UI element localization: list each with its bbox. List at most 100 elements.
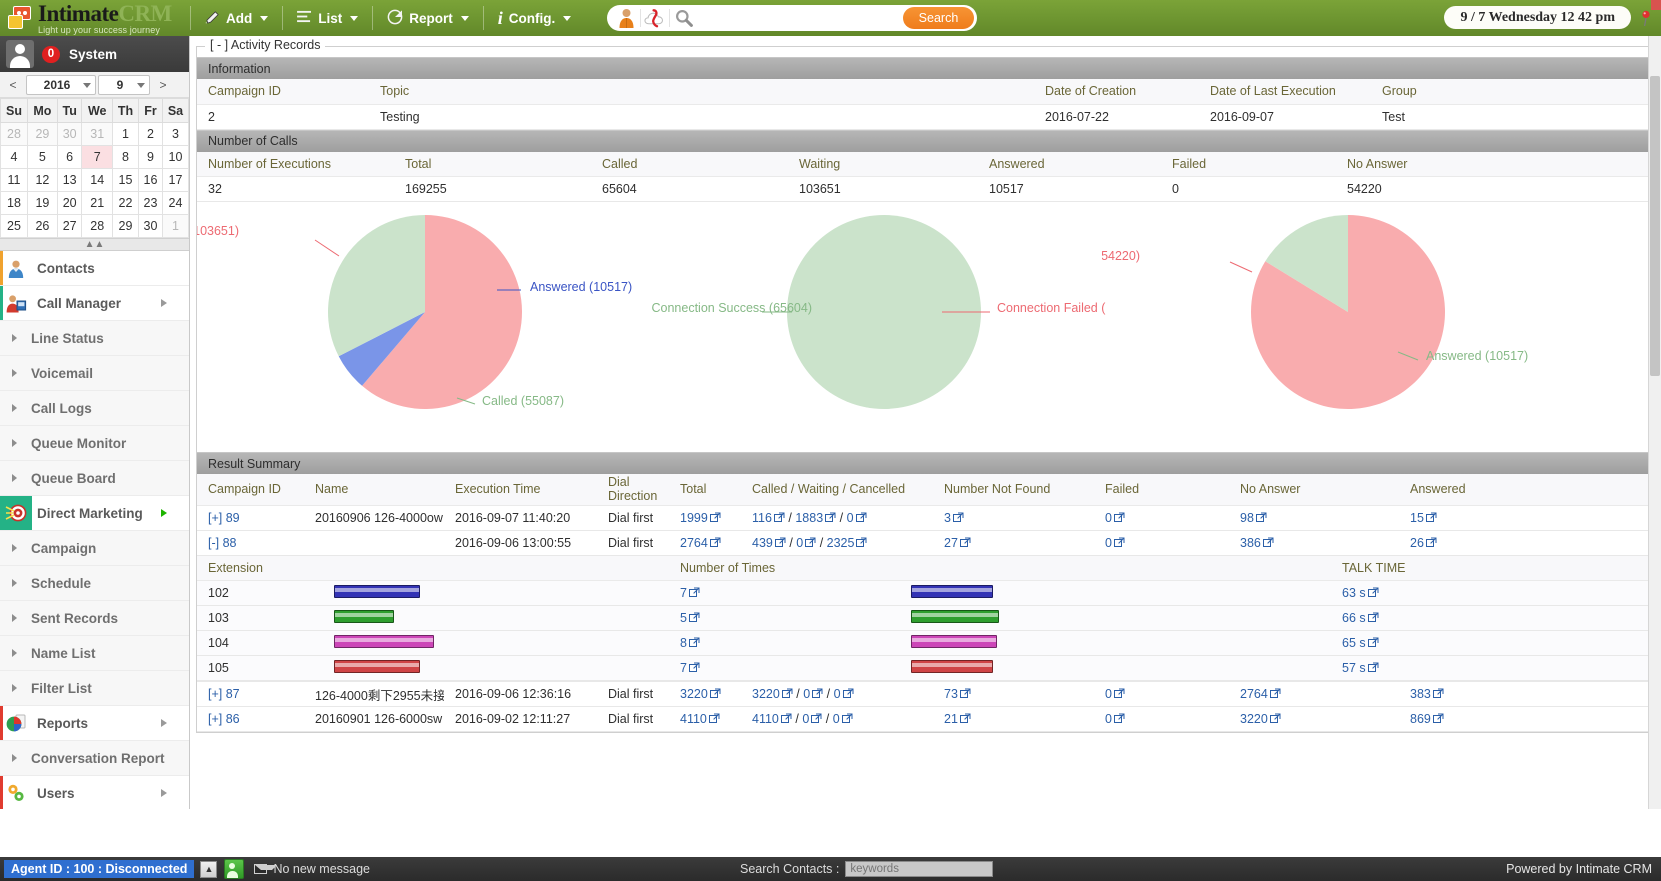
- calendar-day[interactable]: 15: [112, 168, 139, 192]
- external-link-icon[interactable]: [1255, 512, 1267, 523]
- sidebar-item-sent-records[interactable]: Sent Records: [0, 601, 189, 636]
- sidebar-item-reports[interactable]: Reports: [0, 706, 189, 741]
- value-link[interactable]: 21: [944, 712, 958, 726]
- cloud-call-icon[interactable]: [641, 7, 669, 29]
- sidebar-item-name-list[interactable]: Name List: [0, 636, 189, 671]
- value-link[interactable]: 0: [1105, 712, 1112, 726]
- menu-add[interactable]: Add: [191, 0, 282, 36]
- no-answer-cell[interactable]: 3220: [1229, 706, 1399, 733]
- sidebar-item-queue-board[interactable]: Queue Board: [0, 461, 189, 496]
- value-link[interactable]: 8: [680, 636, 687, 650]
- failed-cell[interactable]: 0: [1094, 530, 1229, 556]
- value-link[interactable]: 0: [1105, 511, 1112, 525]
- no-answer-cell[interactable]: 2764: [1229, 681, 1399, 708]
- value-link[interactable]: 0: [1105, 536, 1112, 550]
- value-link[interactable]: 66 s: [1342, 611, 1366, 625]
- calendar-next-button[interactable]: >: [152, 75, 174, 95]
- external-link-icon[interactable]: [1269, 713, 1281, 724]
- external-link-icon[interactable]: [709, 688, 721, 699]
- calendar-day[interactable]: 21: [81, 191, 114, 215]
- external-link-icon[interactable]: [959, 688, 971, 699]
- number-of-times-cell[interactable]: 7: [669, 655, 861, 681]
- calendar-day[interactable]: 4: [0, 145, 28, 169]
- pin-icon[interactable]: [1639, 10, 1653, 27]
- external-link-icon[interactable]: [1113, 688, 1125, 699]
- talk-time-cell[interactable]: 63 s: [1331, 580, 1654, 607]
- external-link-icon[interactable]: [1367, 662, 1379, 673]
- external-link-icon[interactable]: [1367, 587, 1379, 598]
- value-link[interactable]: 63 s: [1342, 586, 1366, 600]
- value-link[interactable]: 7: [680, 661, 687, 675]
- value-link[interactable]: 0: [796, 536, 803, 550]
- value-link[interactable]: 2764: [1240, 687, 1268, 701]
- value-link[interactable]: 1883: [795, 511, 823, 525]
- calendar-day[interactable]: 8: [112, 145, 139, 169]
- table-row[interactable]: [+] 89 20160906 126-4000ow 2016-09-07 11:4…: [197, 505, 1654, 531]
- calendar-day[interactable]: 5: [26, 145, 58, 169]
- calendar-day[interactable]: 30: [56, 122, 83, 146]
- calendar-year-select[interactable]: 2016: [26, 75, 96, 95]
- value-link[interactable]: 3220: [752, 687, 780, 701]
- sidebar-item-voicemail[interactable]: Voicemail: [0, 356, 189, 391]
- value-link[interactable]: 0: [802, 712, 809, 726]
- calendar-day-today[interactable]: 7: [81, 145, 114, 169]
- talk-time-cell[interactable]: 65 s: [1331, 630, 1654, 657]
- value-link[interactable]: 4110: [752, 712, 779, 726]
- failed-cell[interactable]: 0: [1094, 706, 1229, 733]
- search-icon[interactable]: [670, 7, 698, 29]
- no-answer-cell[interactable]: 386: [1229, 530, 1399, 556]
- calendar-day[interactable]: 20: [56, 191, 83, 215]
- calendar-prev-button[interactable]: <: [2, 75, 24, 95]
- value-link[interactable]: 4110: [680, 712, 707, 726]
- answered-cell[interactable]: 15: [1399, 505, 1654, 531]
- sidebar-item-queue-monitor[interactable]: Queue Monitor: [0, 426, 189, 461]
- search-contacts-input[interactable]: [845, 861, 994, 877]
- value-link[interactable]: 7: [680, 586, 687, 600]
- value-link[interactable]: 2764: [680, 536, 708, 550]
- value-link[interactable]: 386: [1240, 536, 1261, 550]
- value-link[interactable]: 26: [1410, 536, 1424, 550]
- menu-report[interactable]: Report: [373, 0, 483, 36]
- external-link-icon[interactable]: [774, 537, 786, 548]
- talk-time-cell[interactable]: 57 s: [1331, 655, 1654, 681]
- calendar-day[interactable]: 30: [137, 214, 163, 238]
- value-link[interactable]: 3: [944, 511, 951, 525]
- external-link-icon[interactable]: [855, 512, 867, 523]
- sidebar-item-call-manager[interactable]: Call Manager: [0, 286, 189, 321]
- calendar-day[interactable]: 2: [137, 122, 163, 146]
- external-link-icon[interactable]: [1425, 537, 1437, 548]
- calendar-day[interactable]: 1: [112, 122, 139, 146]
- avatar[interactable]: [6, 40, 34, 68]
- sidebar-item-conversation-report[interactable]: Conversation Report: [0, 741, 189, 776]
- menu-list[interactable]: List: [283, 0, 372, 36]
- answered-cell[interactable]: 383: [1399, 681, 1654, 708]
- calendar-day[interactable]: 18: [0, 191, 28, 215]
- external-link-icon[interactable]: [773, 512, 785, 523]
- campaign-id-cell[interactable]: [+] 87: [197, 681, 304, 708]
- external-link-icon[interactable]: [709, 537, 721, 548]
- external-link-icon[interactable]: [1432, 713, 1444, 724]
- value-link[interactable]: 0: [847, 511, 854, 525]
- external-link-icon[interactable]: [1432, 688, 1444, 699]
- external-link-icon[interactable]: [688, 587, 700, 598]
- number-not-found-cell[interactable]: 3: [933, 505, 1094, 531]
- external-link-icon[interactable]: [805, 537, 816, 548]
- calendar-day[interactable]: 31: [81, 122, 114, 146]
- external-link-icon[interactable]: [959, 537, 971, 548]
- sidebar-item-filter-list[interactable]: Filter List: [0, 671, 189, 706]
- value-link[interactable]: 2325: [827, 536, 855, 550]
- calendar-day[interactable]: 24: [161, 191, 189, 215]
- value-link[interactable]: 27: [944, 536, 958, 550]
- value-link[interactable]: 116: [752, 511, 772, 525]
- external-link-icon[interactable]: [708, 713, 720, 724]
- value-link[interactable]: 1999: [680, 511, 708, 525]
- called-waiting-cancelled-cell[interactable]: 439 / 0 / 2325: [741, 530, 933, 556]
- calendar-day[interactable]: 16: [137, 168, 163, 192]
- total-cell[interactable]: 4110: [669, 706, 741, 733]
- value-link[interactable]: 0: [833, 712, 840, 726]
- calendar-day[interactable]: 12: [26, 168, 58, 192]
- value-link[interactable]: 5: [680, 611, 687, 625]
- external-link-icon[interactable]: [1113, 512, 1125, 523]
- number-of-times-cell[interactable]: 7: [669, 580, 861, 607]
- scrollbar-thumb[interactable]: [1650, 76, 1660, 376]
